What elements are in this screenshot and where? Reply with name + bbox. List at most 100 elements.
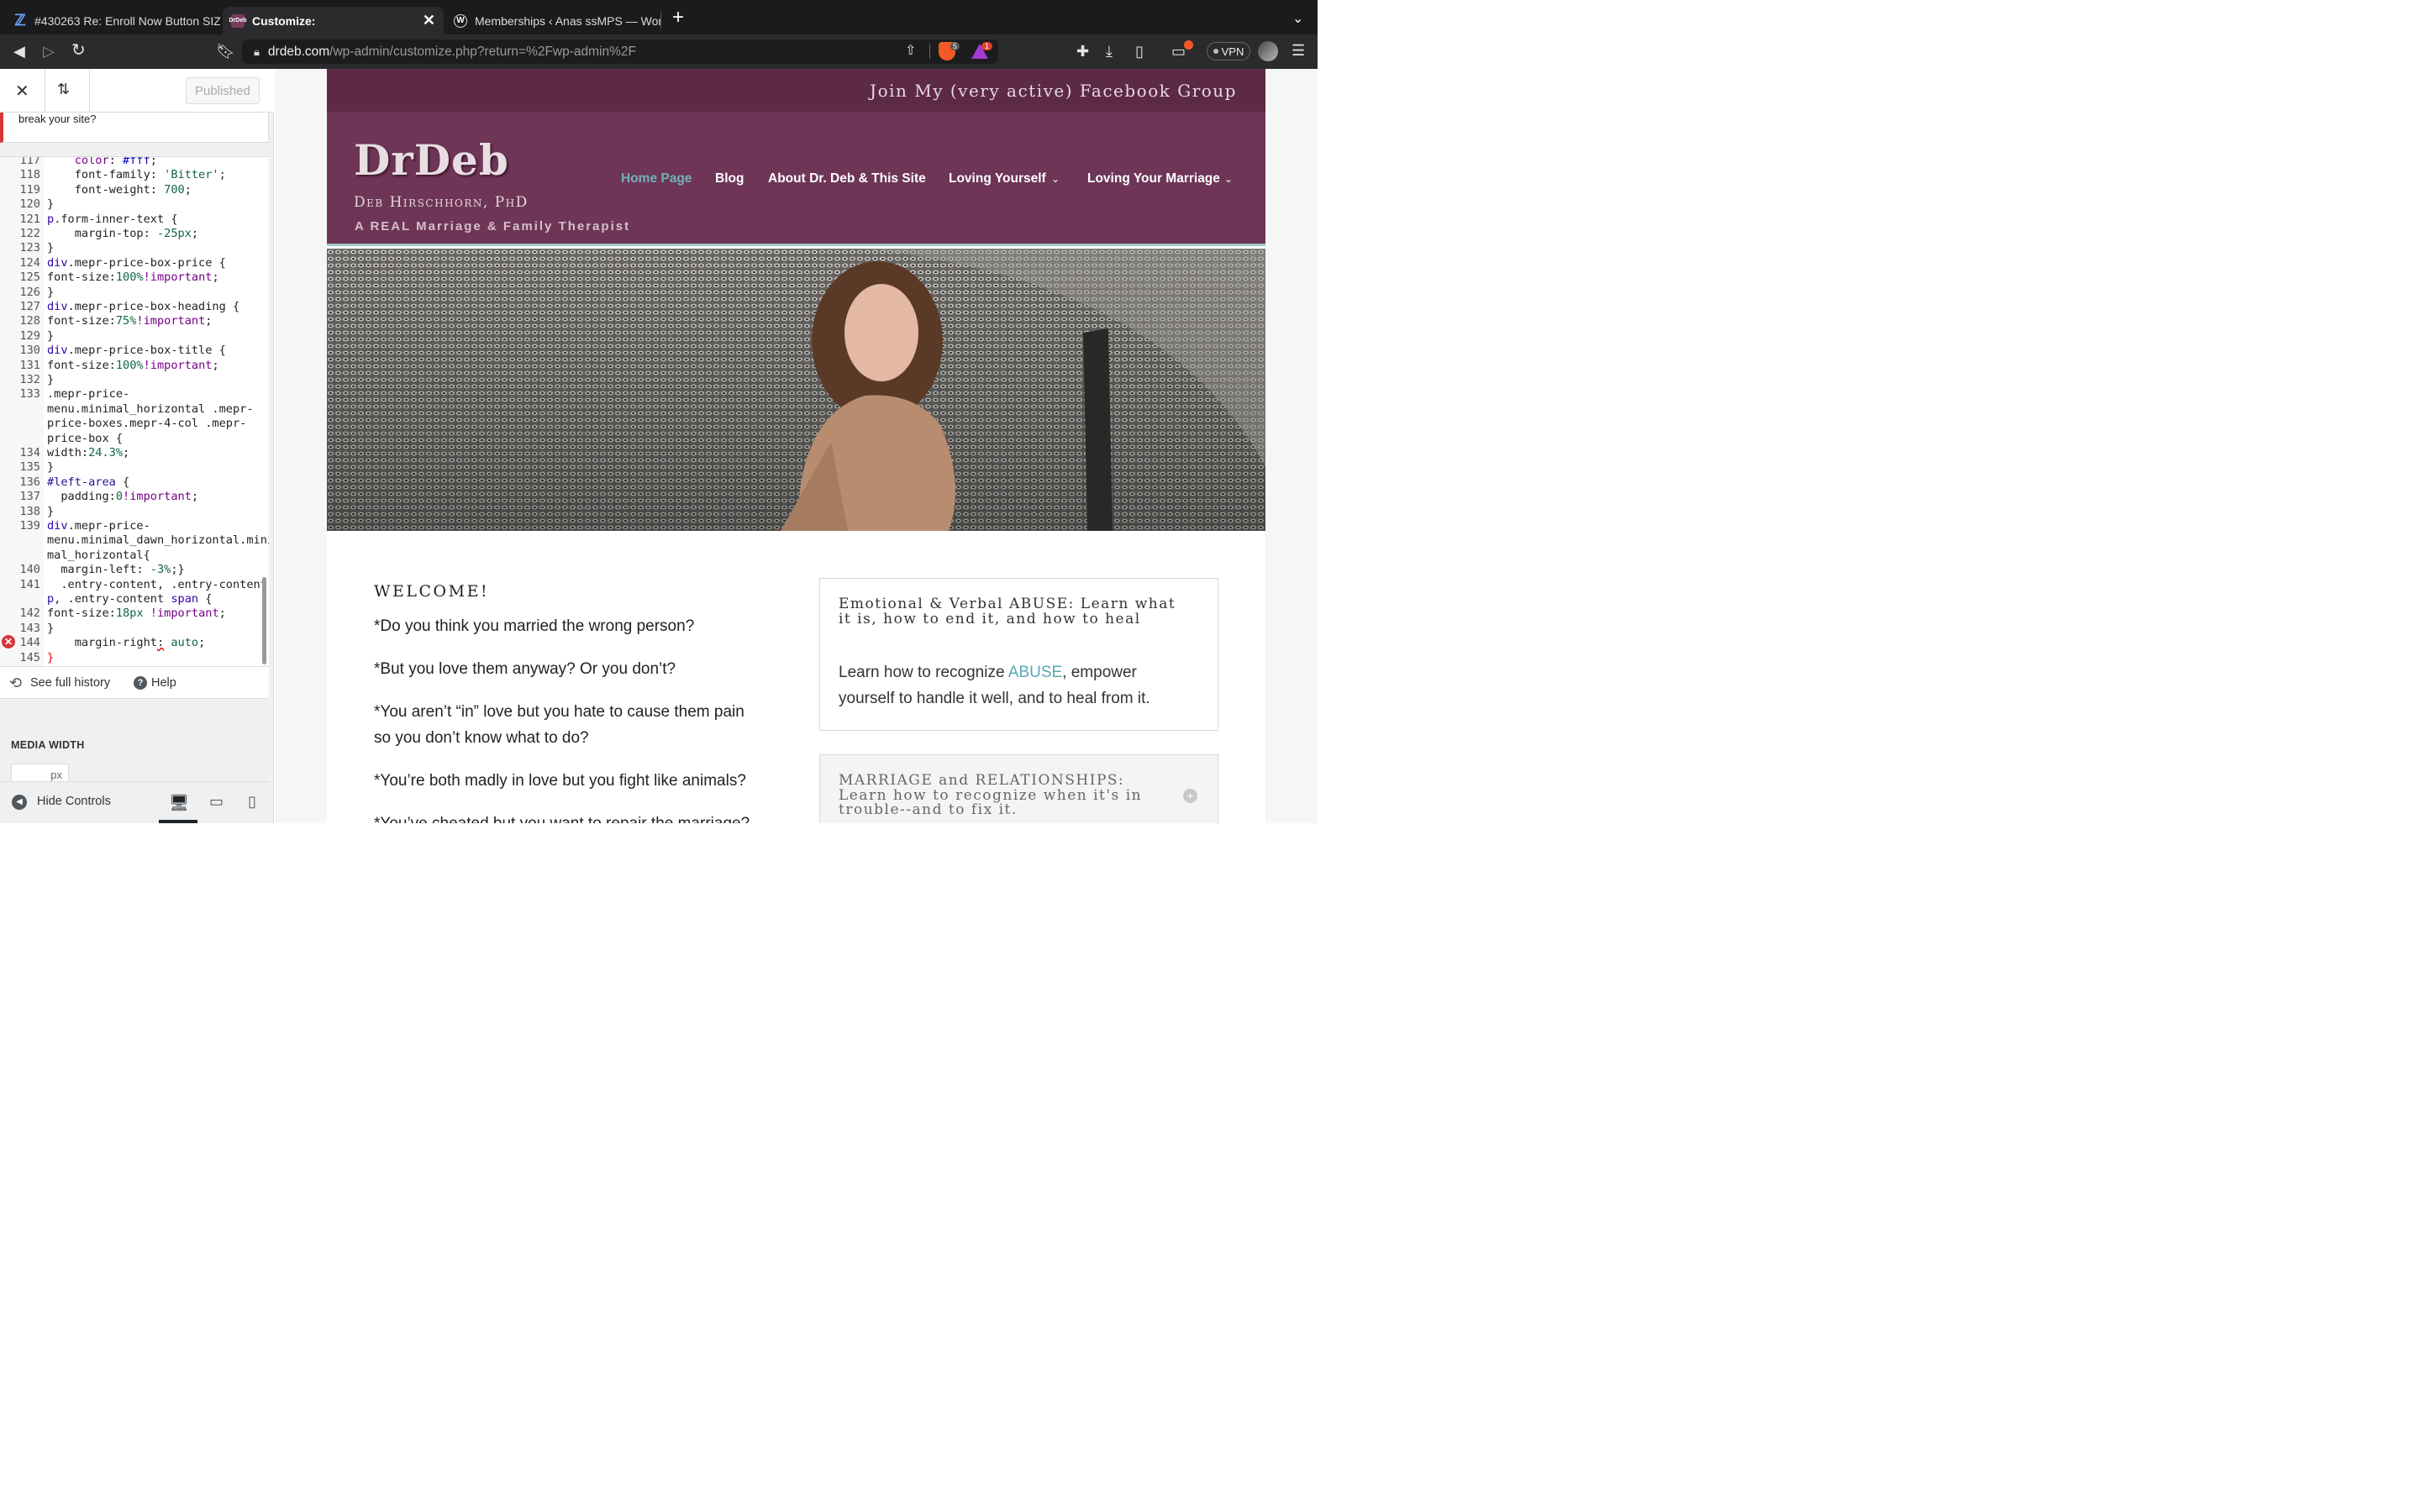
code-line[interactable]: .mepr-price-: [47, 387, 129, 401]
bookmark-icon[interactable]: 🔖︎: [216, 43, 235, 60]
line-number: 131: [19, 358, 40, 372]
code-line[interactable]: margin-top: -25px;: [47, 227, 198, 240]
code-line[interactable]: margin-right: auto;: [47, 636, 206, 649]
code-line[interactable]: width:24.3%;: [47, 446, 129, 459]
code-line[interactable]: }: [47, 651, 54, 664]
back-icon[interactable]: ◀: [13, 43, 25, 60]
code-line[interactable]: .entry-content, .entry-content: [47, 578, 267, 591]
nav-blog[interactable]: Blog: [715, 171, 744, 186]
welcome-line: *Do you think you married the wrong pers…: [374, 617, 695, 635]
tab-list-chevron-icon[interactable]: ⌄: [1292, 10, 1303, 27]
menu-icon[interactable]: ☰: [1292, 42, 1305, 59]
welcome-line: *But you love them anyway? Or you don’t?: [374, 660, 676, 678]
code-line[interactable]: mal_horizontal{: [47, 549, 150, 562]
code-line[interactable]: font-size:100%!important;: [47, 359, 219, 372]
top-strip: Join My (very active) Facebook Group: [327, 69, 1265, 112]
address-bar[interactable]: 🔒︎ drdeb.com/wp-admin/customize.php?retu…: [242, 39, 998, 64]
nav-loving-your-marriage[interactable]: Loving Your Marriage: [1087, 171, 1220, 186]
reorder-arrows-icon[interactable]: ⇅: [57, 81, 70, 98]
code-line[interactable]: font-family: 'Bitter';: [47, 168, 226, 181]
code-line[interactable]: font-size:18px !important;: [47, 606, 226, 620]
code-line[interactable]: div.mepr-price-box-heading {: [47, 300, 239, 313]
published-button[interactable]: Published: [186, 77, 260, 104]
marriage-accordion-box[interactable]: MARRIAGE and RELATIONSHIPS: Learn how to…: [819, 754, 1218, 823]
code-line[interactable]: }: [47, 241, 54, 255]
help-link[interactable]: Help: [151, 676, 176, 690]
tablet-preview-icon[interactable]: ▭: [209, 793, 224, 811]
active-line-highlight: [44, 651, 262, 666]
code-line[interactable]: font-size:75%!important;: [47, 314, 212, 328]
code-line[interactable]: p.form-inner-text {: [47, 213, 178, 226]
download-icon[interactable]: ⤓: [1106, 43, 1113, 60]
history-icon[interactable]: ⟲: [9, 675, 22, 692]
code-line[interactable]: }: [47, 505, 54, 518]
hide-controls-button[interactable]: Hide Controls: [37, 795, 111, 808]
divider: [89, 69, 90, 113]
editor-scrollbar[interactable]: [262, 577, 266, 664]
code-line[interactable]: }: [47, 460, 54, 474]
code-line[interactable]: font-size:100%!important;: [47, 270, 219, 284]
syntax-error-icon[interactable]: ✕: [2, 635, 15, 648]
welcome-line: *You’re both madly in love but you fight…: [374, 772, 746, 790]
profile-avatar[interactable]: [1258, 41, 1278, 61]
code-line[interactable]: }: [47, 197, 54, 211]
tab-zendesk[interactable]: ℤ #430263 Re: Enroll Now Button SIZ: [5, 7, 220, 34]
nav-about[interactable]: About Dr. Deb & This Site: [768, 171, 926, 186]
code-line[interactable]: div.mepr-price-: [47, 519, 150, 533]
hide-controls-icon[interactable]: ◀: [12, 795, 27, 810]
welcome-line: *You aren’t “in” love but you hate to ca…: [374, 703, 744, 721]
code-line[interactable]: }: [47, 329, 54, 343]
share-icon[interactable]: ⇧: [905, 43, 916, 60]
welcome-heading: WELCOME!: [374, 582, 490, 601]
vpn-label: VPN: [1221, 45, 1244, 58]
code-line[interactable]: div.mepr-price-box-price {: [47, 256, 226, 270]
chevron-down-icon: ⌄: [1051, 173, 1060, 185]
new-tab-icon[interactable]: +: [672, 8, 684, 28]
active-device-indicator: [159, 820, 197, 823]
reload-icon[interactable]: ↻: [71, 42, 86, 59]
mobile-preview-icon[interactable]: ▯: [248, 793, 256, 811]
site-logo[interactable]: DrDeb: [354, 135, 509, 185]
hero-photo: [327, 249, 1265, 531]
facebook-group-link[interactable]: Join My (very active) Facebook Group: [870, 81, 1237, 101]
marriage-box-title: MARRIAGE and RELATIONSHIPS: Learn how to…: [839, 772, 1143, 818]
code-line[interactable]: price-boxes.mepr-4-col .mepr-: [47, 417, 246, 430]
welcome-line: so you don’t know what to do?: [374, 729, 589, 747]
code-line[interactable]: }: [47, 622, 54, 635]
forward-icon[interactable]: ▷: [43, 43, 55, 60]
nav-loving-yourself[interactable]: Loving Yourself: [949, 171, 1046, 186]
help-icon[interactable]: ?: [134, 676, 147, 690]
code-line[interactable]: }: [47, 373, 54, 386]
site-author: Deb Hirschhorn, PhD: [354, 194, 529, 211]
code-line[interactable]: }: [47, 286, 54, 299]
code-line[interactable]: p, .entry-content span {: [47, 592, 212, 606]
tab-memberships[interactable]: W Memberships ‹ Anas ssMPS — Word: [445, 7, 660, 34]
site-tagline: A REAL Marriage & Family Therapist: [355, 219, 631, 234]
code-line[interactable]: div.mepr-price-box-title {: [47, 344, 226, 357]
chevron-down-icon: ⌄: [1224, 173, 1234, 185]
tab-customize[interactable]: DrDeb Customize: ✕: [223, 7, 444, 34]
divider: [929, 44, 930, 59]
abuse-link[interactable]: ABUSE: [1008, 664, 1062, 681]
code-line[interactable]: menu.minimal_dawn_horizontal.mini: [47, 533, 269, 547]
code-line[interactable]: price-box {: [47, 432, 123, 445]
sidebar-icon[interactable]: ▯: [1135, 43, 1144, 60]
zendesk-icon: ℤ: [14, 12, 26, 29]
close-tab-icon[interactable]: ✕: [423, 12, 435, 29]
code-line[interactable]: padding:0!important;: [47, 490, 198, 503]
code-line[interactable]: font-weight: 700;: [47, 183, 192, 197]
nav-home-page[interactable]: Home Page: [621, 171, 692, 186]
code-line[interactable]: #left-area {: [47, 475, 129, 489]
code-line[interactable]: color: #fff;: [47, 157, 157, 167]
px-unit: px: [50, 769, 62, 781]
extensions-icon[interactable]: ✚: [1076, 43, 1089, 60]
lock-icon: 🔒︎: [254, 45, 260, 58]
see-full-history-link[interactable]: See full history: [30, 676, 110, 690]
expand-plus-icon[interactable]: +: [1183, 789, 1197, 803]
desktop-preview-icon[interactable]: 🖥︎: [169, 793, 189, 813]
code-line[interactable]: margin-left: -3%;}: [47, 563, 184, 576]
code-line[interactable]: menu.minimal_horizontal .mepr-: [47, 402, 254, 416]
css-code-editor[interactable]: 117 color: #fff; 118 font-family: 'Bitter…: [0, 156, 269, 667]
vpn-button[interactable]: VPN: [1207, 42, 1250, 60]
close-customizer-icon[interactable]: ✕: [15, 81, 29, 102]
